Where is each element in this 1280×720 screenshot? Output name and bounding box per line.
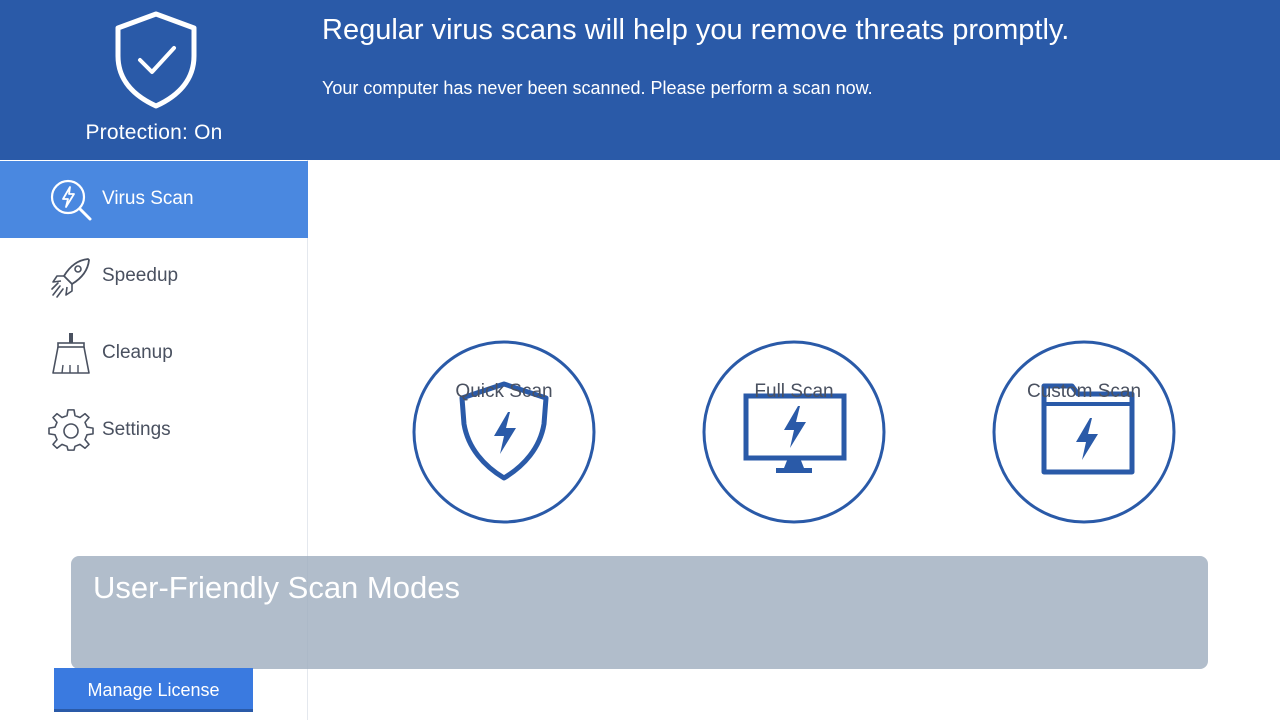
caption-text: User-Friendly Scan Modes [93,570,460,605]
header-subline: Your computer has never been scanned. Pl… [322,78,873,98]
sidebar-item-label: Cleanup [102,342,173,363]
antivirus-app-window: Protection: On Regular virus scans will … [0,0,1280,720]
sidebar-item-virus-scan[interactable]: Virus Scan [0,161,308,238]
full-scan-label: Full Scan [754,381,834,402]
sidebar-item-label: Virus Scan [102,188,194,209]
video-caption-overlay: User-Friendly Scan Modes [71,556,1208,669]
quick-scan-option[interactable] [404,340,604,580]
protection-status-panel: Protection: On [0,0,308,160]
virus-scan-icon [50,179,92,221]
gear-icon [48,409,94,451]
header-headline: Regular virus scans will help you remove… [322,14,1070,46]
sidebar-item-label: Settings [102,419,171,440]
sidebar-item-speedup[interactable]: Speedup [0,238,308,315]
sidebar-item-cleanup[interactable]: Cleanup [0,315,308,392]
shield-bolt-icon [412,340,596,524]
sidebar-item-settings[interactable]: Settings [0,392,308,469]
shield-check-icon [115,11,197,109]
monitor-bolt-icon [702,340,886,524]
folder-bolt-icon [992,340,1176,524]
quick-scan-label: Quick Scan [455,381,553,402]
custom-scan-label: Custom Scan [1026,381,1142,402]
manage-license-button[interactable]: Manage License [54,668,253,712]
full-scan-option[interactable] [694,340,894,580]
sidebar-item-label: Speedup [102,265,179,286]
broom-icon [52,333,90,374]
custom-scan-option[interactable] [984,340,1184,580]
protection-status-label: Protection: On [85,121,223,144]
rocket-icon [51,258,90,298]
header-banner: Protection: On Regular virus scans will … [0,0,1280,160]
